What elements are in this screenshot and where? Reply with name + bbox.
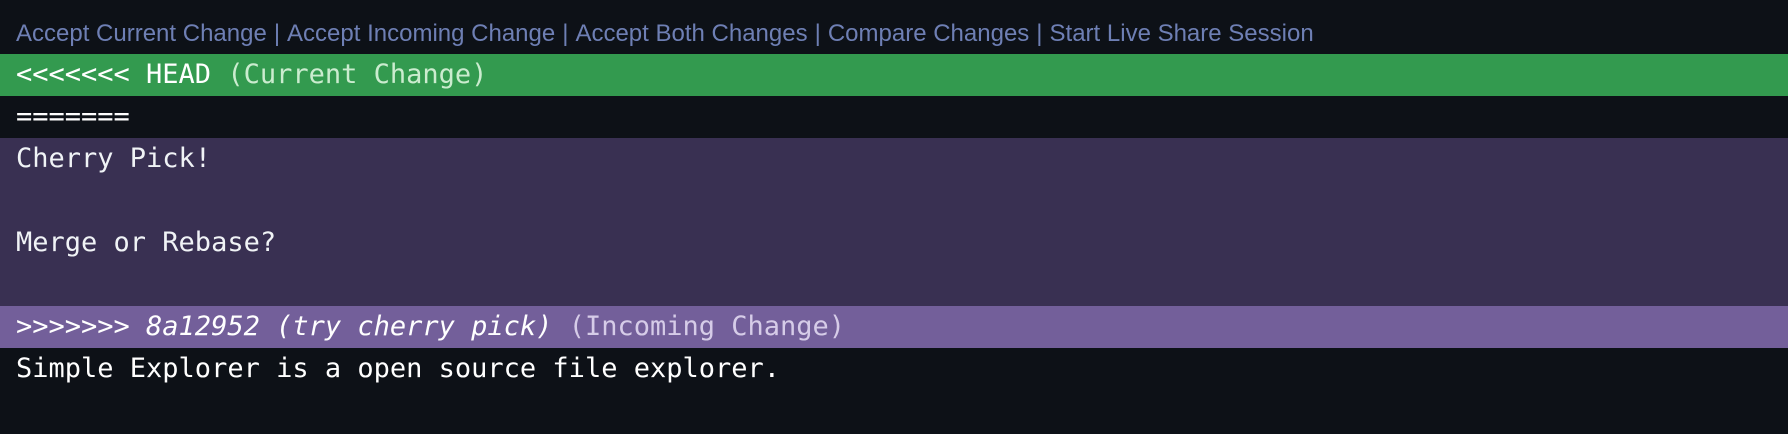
conflict-divider[interactable]: ======= <box>0 96 1788 138</box>
codelens-separator: | <box>273 20 281 47</box>
compare-changes-link[interactable]: Compare Changes <box>828 20 1029 47</box>
code-line[interactable]: Cherry Pick! <box>0 138 1788 180</box>
incoming-change-marker: >>>>>>> 8a12952 (try cherry pick) <box>16 311 553 342</box>
codelens-separator: | <box>1036 20 1043 47</box>
current-change-marker: <<<<<<< HEAD <box>16 59 212 90</box>
current-change-header[interactable]: <<<<<<< HEAD (Current Change) <box>0 54 1788 96</box>
merge-conflict-codelens: Accept Current Change | Accept Incoming Ch… <box>16 18 1314 50</box>
accept-current-change-link[interactable]: Accept Current Change <box>16 20 267 47</box>
start-live-share-link[interactable]: Start Live Share Session <box>1050 20 1314 47</box>
incoming-change-header[interactable]: >>>>>>> 8a12952 (try cherry pick) (Incom… <box>0 306 1788 348</box>
code-line[interactable] <box>0 264 1788 306</box>
current-change-label: (Current Change) <box>227 59 488 90</box>
accept-both-changes-link[interactable]: Accept Both Changes <box>575 20 807 47</box>
incoming-change-label: (Incoming Change) <box>568 311 846 342</box>
code-line[interactable] <box>0 180 1788 222</box>
accept-incoming-change-link[interactable]: Accept Incoming Change <box>287 20 555 47</box>
codelens-separator: | <box>562 20 569 47</box>
code-line[interactable]: Simple Explorer is a open source file ex… <box>0 348 1788 390</box>
code-editor[interactable]: Accept Current Change | Accept Incoming Ch… <box>0 0 1788 434</box>
codelens-separator: | <box>814 20 821 47</box>
code-line[interactable]: Merge or Rebase? <box>0 222 1788 264</box>
